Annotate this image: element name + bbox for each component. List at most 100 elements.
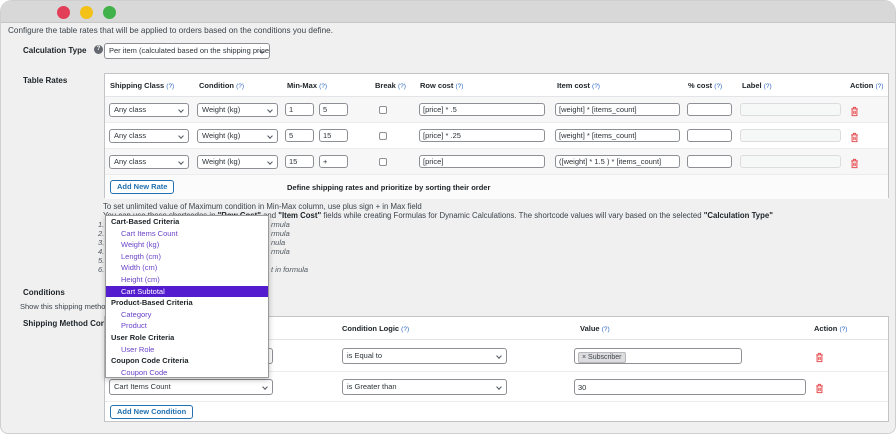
dropdown-option[interactable]: Coupon Code (106, 367, 268, 379)
row-cost-input[interactable]: [price] (419, 155, 545, 168)
pct-cost-input[interactable] (687, 155, 732, 168)
condition-value-input[interactable]: × Subscriber (574, 348, 742, 364)
break-checkbox[interactable] (379, 106, 387, 114)
list-number: 2. (98, 229, 104, 238)
delete-rate-button[interactable] (850, 104, 859, 115)
delete-condition-button[interactable] (815, 381, 824, 392)
dropdown-option[interactable]: Cart Items Count (106, 228, 268, 240)
list-number: 6. (98, 265, 104, 274)
col-row-cost: Row cost (?) (420, 81, 463, 90)
dropdown-option[interactable]: Weight (kg) (106, 239, 268, 251)
col-item-cost: Item cost (?) (557, 81, 600, 90)
shipping-class-select[interactable]: Any class (109, 155, 189, 169)
break-checkbox[interactable] (379, 132, 387, 140)
help-marker[interactable]: (?) (875, 83, 883, 90)
min-input[interactable]: 1 (285, 103, 314, 116)
dropdown-group-label: Coupon Code Criteria (106, 355, 268, 367)
delete-condition-button[interactable] (815, 350, 824, 361)
col-action: Action (?) (814, 324, 847, 333)
label-input[interactable] (740, 155, 841, 168)
max-input[interactable]: 5 (319, 103, 348, 116)
dropdown-option[interactable]: Width (cm) (106, 262, 268, 274)
col-pct-cost: % cost (?) (688, 81, 722, 90)
col-label: Label (?) (742, 81, 772, 90)
help-icon[interactable]: ? (94, 45, 103, 54)
help-line-1: To set unlimited value of Maximum condit… (103, 202, 422, 211)
delete-rate-button[interactable] (850, 130, 859, 141)
criteria-dropdown: Cart-Based Criteria Cart Items Count Wei… (105, 215, 269, 378)
condition-select[interactable]: Weight (kg) (197, 129, 278, 143)
label-input[interactable] (740, 129, 841, 142)
list-fragment: t in formula (271, 265, 308, 274)
help-marker[interactable]: (?) (319, 83, 327, 90)
list-number: 4. (98, 247, 104, 256)
col-break: Break (?) (375, 81, 406, 90)
row-cost-input[interactable]: [price] * .5 (419, 103, 545, 116)
dropdown-option[interactable]: Height (cm) (106, 274, 268, 286)
dropdown-option[interactable]: Product (106, 320, 268, 332)
label-input[interactable] (740, 103, 841, 116)
pct-cost-input[interactable] (687, 129, 732, 142)
conditions-heading: Conditions (23, 288, 65, 297)
condition-select[interactable]: Weight (kg) (197, 103, 278, 117)
value-chip[interactable]: × Subscriber (578, 352, 626, 363)
intro-text: Configure the table rates that will be a… (8, 26, 333, 35)
window-close-icon[interactable] (57, 6, 70, 19)
dropdown-group-label: Product-Based Criteria (106, 297, 268, 309)
row-cost-input[interactable]: [price] * .25 (419, 129, 545, 142)
dropdown-group-label: Cart-Based Criteria (106, 216, 268, 228)
chevron-down-icon (178, 107, 184, 113)
help-marker[interactable]: (?) (236, 83, 244, 90)
chevron-down-icon (267, 133, 273, 139)
item-cost-input[interactable]: ([weight] * 1.5 ) * [items_count] (555, 155, 680, 168)
help-marker[interactable]: (?) (839, 326, 847, 333)
pct-cost-input[interactable] (687, 103, 732, 116)
min-input[interactable]: 15 (285, 155, 314, 168)
list-number: 3. (98, 238, 104, 247)
add-new-condition-button[interactable]: Add New Condition (110, 405, 193, 419)
item-cost-input[interactable]: [weight] * [items_count] (555, 103, 680, 116)
help-marker[interactable]: (?) (714, 83, 722, 90)
chevron-down-icon (496, 384, 502, 390)
item-cost-input[interactable]: [weight] * [items_count] (555, 129, 680, 142)
chevron-down-icon (267, 159, 273, 165)
dropdown-option[interactable]: User Role (106, 344, 268, 356)
chip-remove-icon[interactable]: × (582, 354, 586, 361)
dropdown-option-selected[interactable]: Cart Subtotal (106, 286, 268, 298)
rates-header-row: Shipping Class (?) Condition (?) Min-Max… (105, 74, 888, 97)
help-marker[interactable]: (?) (455, 83, 463, 90)
condition-logic-select[interactable]: is Equal to (342, 348, 507, 364)
add-new-rate-button[interactable]: Add New Rate (110, 180, 174, 194)
table-row: Any class Weight (kg) 15 + [price] ([wei… (105, 149, 888, 175)
app-window: Configure the table rates that will be a… (0, 0, 896, 434)
help-marker[interactable]: (?) (398, 83, 406, 90)
break-checkbox[interactable] (379, 158, 387, 166)
col-condition-logic: Condition Logic (?) (342, 324, 409, 333)
condition-type-select[interactable]: Cart Items Count (109, 379, 273, 395)
shipping-class-select[interactable]: Any class (109, 129, 189, 143)
window-maximize-icon[interactable] (103, 6, 116, 19)
help-marker[interactable]: (?) (592, 83, 600, 90)
condition-value-input[interactable]: 30 (574, 379, 806, 395)
max-input[interactable]: + (319, 155, 348, 168)
list-fragment: nula (271, 238, 285, 247)
window-minimize-icon[interactable] (80, 6, 93, 19)
help-marker[interactable]: (?) (602, 326, 610, 333)
table-rates-label: Table Rates (23, 76, 67, 85)
shipping-class-select[interactable]: Any class (109, 103, 189, 117)
max-input[interactable]: 15 (319, 129, 348, 142)
dropdown-option[interactable]: Category (106, 309, 268, 321)
condition-logic-select[interactable]: is Greater than (342, 379, 507, 395)
condition-select[interactable]: Weight (kg) (197, 155, 278, 169)
calculation-type-select[interactable]: Per item (calculated based on the shippi… (104, 43, 270, 59)
window-titlebar (1, 1, 895, 23)
help-marker[interactable]: (?) (166, 83, 174, 90)
list-fragment: rmula (271, 229, 290, 238)
help-marker[interactable]: (?) (764, 83, 772, 90)
chevron-down-icon (178, 133, 184, 139)
chip-label: Subscriber (588, 354, 621, 361)
dropdown-option[interactable]: Length (cm) (106, 251, 268, 263)
delete-rate-button[interactable] (850, 156, 859, 167)
min-input[interactable]: 5 (285, 129, 314, 142)
help-marker[interactable]: (?) (401, 326, 409, 333)
